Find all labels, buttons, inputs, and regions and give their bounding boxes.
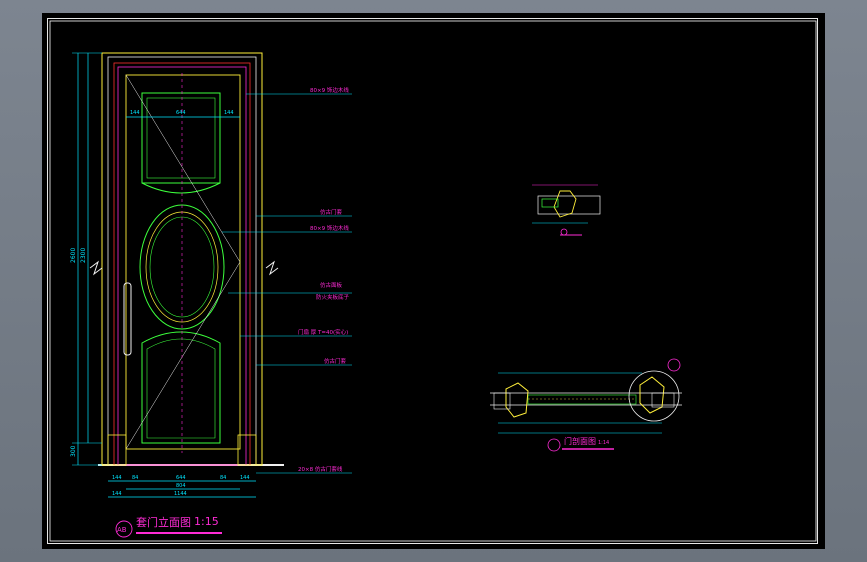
jamb-detail	[532, 184, 601, 236]
elevation-title: 套门立面图	[136, 515, 191, 529]
dim-bottom-5: 144	[240, 475, 250, 481]
dim-bottom-1: 144	[112, 475, 122, 481]
dim-bottom-3: 644	[176, 475, 186, 481]
callout-3: 80×9 饰边木线	[310, 224, 349, 232]
callout-8: 20×8 仿古门套线	[298, 465, 343, 473]
door-elevation	[72, 52, 352, 534]
section-title: 门剖面图	[564, 436, 596, 446]
dim-top-3: 144	[224, 110, 234, 116]
dim-top-1: 144	[130, 110, 140, 116]
elevation-scale: 1:15	[194, 515, 219, 528]
dim-left-total: 2600	[70, 248, 77, 263]
section-scale: 1:14	[598, 440, 609, 446]
dim-bottom-total: 1144	[174, 491, 187, 497]
callout-1: 80×9 饰边木线	[310, 86, 349, 94]
elevation-marker: AB	[117, 526, 127, 534]
dim-left-base: 300	[70, 445, 77, 457]
callout-7: 仿古门套	[324, 357, 347, 365]
callout-4: 仿古面板	[320, 281, 343, 289]
cad-drawing-viewport[interactable]: 2600 2300 300 144 644 144 144 84 644 84 …	[42, 13, 825, 549]
dim-bottom-leaf: 804	[176, 483, 186, 489]
dim-bottom-4: 84	[220, 475, 226, 481]
dim-bottom-2: 84	[132, 475, 138, 481]
callout-6: 门扇 厚 T=40(实心)	[298, 328, 348, 336]
cad-drawing-canvas: 2600 2300 300 144 644 144 144 84 644 84 …	[49, 20, 817, 542]
dim-top-2: 644	[176, 110, 186, 116]
callout-5: 防火夹板底子	[316, 293, 350, 301]
dim-left-door: 2300	[80, 248, 87, 263]
callout-2: 仿古门套	[320, 208, 343, 216]
dim-bottom-casing: 144	[112, 491, 122, 497]
